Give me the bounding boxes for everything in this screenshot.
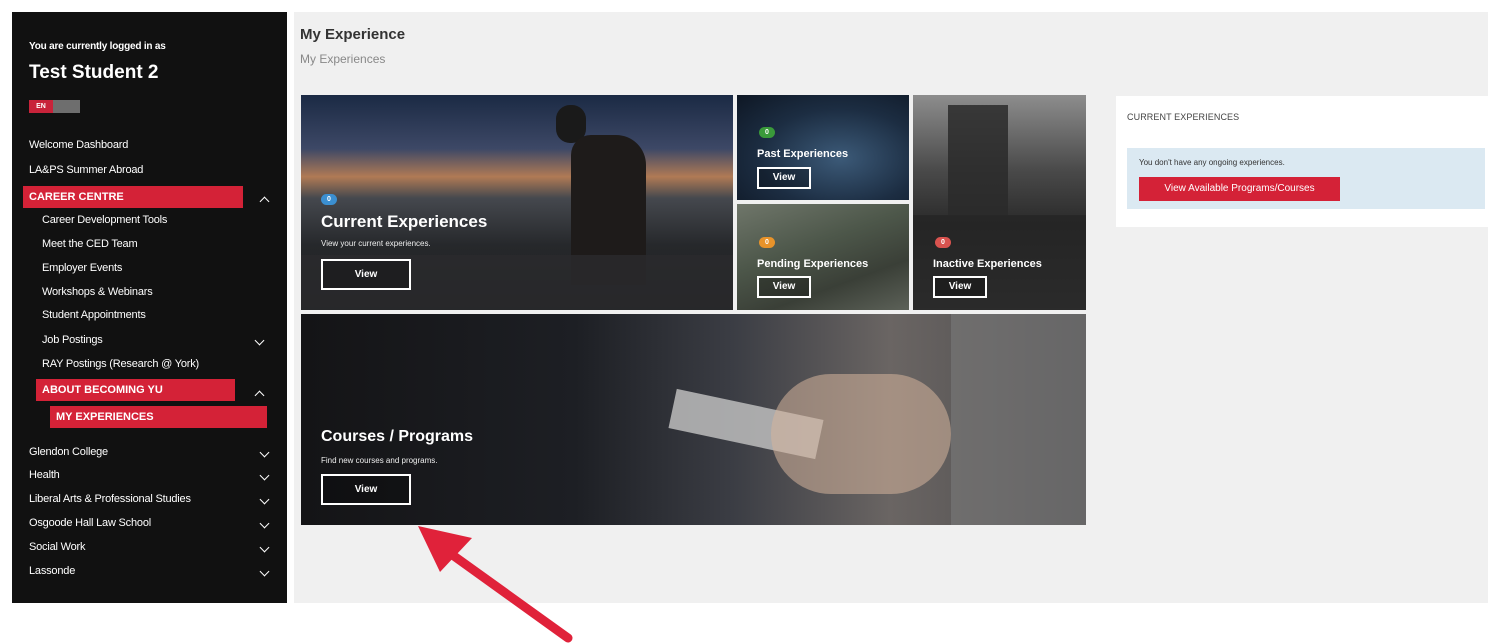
inactive-view-button[interactable]: View	[933, 276, 987, 298]
main-content: My Experience My Experiences 0 Current E…	[294, 12, 1488, 603]
chevron-down-icon[interactable]	[259, 470, 270, 481]
page-title: My Experience	[300, 26, 406, 43]
sidebar-item-glendon-college[interactable]: Glendon College	[29, 446, 108, 458]
chevron-down-icon[interactable]	[254, 335, 265, 346]
sidebar-item-student-appointments[interactable]: Student Appointments	[42, 309, 146, 321]
current-experiences-panel: CURRENT EXPERIENCES You don't have any o…	[1116, 96, 1488, 227]
sidebar-item-health[interactable]: Health	[29, 469, 60, 481]
sidebar-item-workshops-webinars[interactable]: Workshops & Webinars	[42, 286, 153, 298]
sidebar-item-ray-postings[interactable]: RAY Postings (Research @ York)	[42, 358, 199, 370]
courses-view-button[interactable]: View	[321, 474, 411, 505]
pending-view-button[interactable]: View	[757, 276, 811, 298]
pending-experiences-tile[interactable]: 0 Pending Experiences View	[737, 204, 909, 310]
courses-programs-desc: Find new courses and programs.	[321, 456, 438, 465]
language-en-option[interactable]: EN	[29, 100, 53, 113]
chevron-down-icon[interactable]	[259, 518, 270, 529]
sidebar-item-social-work[interactable]: Social Work	[29, 541, 85, 553]
presenter-image	[948, 105, 1008, 215]
annotation-arrow-icon	[418, 526, 573, 643]
chevron-down-icon[interactable]	[259, 542, 270, 553]
sidebar-item-about-becoming-yu[interactable]: ABOUT BECOMING YU	[36, 379, 235, 401]
chevron-down-icon[interactable]	[259, 447, 270, 458]
current-count-badge: 0	[321, 194, 337, 205]
scarf-image	[951, 314, 1086, 525]
language-toggle[interactable]: EN	[29, 100, 80, 113]
chevron-down-icon[interactable]	[259, 566, 270, 577]
past-view-button[interactable]: View	[757, 167, 811, 189]
user-name: Test Student 2	[29, 62, 159, 83]
sidebar-item-employer-events[interactable]: Employer Events	[42, 262, 122, 274]
past-experiences-tile[interactable]: 0 Past Experiences View	[737, 95, 909, 200]
sidebar-item-osgoode-hall[interactable]: Osgoode Hall Law School	[29, 517, 151, 529]
inactive-experiences-title: Inactive Experiences	[933, 258, 1042, 270]
language-other-option[interactable]	[53, 100, 80, 113]
sidebar-item-liberal-arts[interactable]: Liberal Arts & Professional Studies	[29, 493, 191, 505]
sidebar: You are currently logged in as Test Stud…	[12, 12, 287, 603]
logged-in-label: You are currently logged in as	[29, 41, 166, 52]
past-experiences-title: Past Experiences	[757, 148, 849, 160]
courses-programs-tile[interactable]: Courses / Programs Find new courses and …	[301, 314, 1086, 525]
sidebar-item-summer-abroad[interactable]: LA&PS Summer Abroad	[29, 164, 143, 176]
pending-experiences-title: Pending Experiences	[757, 258, 869, 270]
sidebar-item-welcome-dashboard[interactable]: Welcome Dashboard	[29, 139, 128, 151]
hands-image	[771, 374, 951, 494]
courses-programs-title: Courses / Programs	[321, 428, 474, 445]
pending-count-badge: 0	[759, 237, 775, 248]
current-experiences-tile[interactable]: 0 Current Experiences View your current …	[301, 95, 733, 310]
no-experiences-message: You don't have any ongoing experiences.	[1139, 158, 1285, 167]
inactive-experiences-tile[interactable]: 0 Inactive Experiences View	[913, 95, 1086, 310]
panel-heading: CURRENT EXPERIENCES	[1127, 112, 1240, 122]
chevron-up-icon[interactable]	[259, 196, 270, 207]
chevron-down-icon[interactable]	[259, 494, 270, 505]
sidebar-item-career-centre[interactable]: CAREER CENTRE	[23, 186, 243, 208]
view-available-programs-button[interactable]: View Available Programs/Courses	[1139, 177, 1340, 201]
panel-info-box: You don't have any ongoing experiences. …	[1127, 148, 1485, 209]
sidebar-item-meet-ced-team[interactable]: Meet the CED Team	[42, 238, 138, 250]
chevron-up-icon[interactable]	[254, 390, 265, 401]
page-subtitle: My Experiences	[300, 52, 386, 66]
current-experiences-desc: View your current experiences.	[321, 239, 431, 248]
sidebar-item-job-postings[interactable]: Job Postings	[42, 334, 103, 346]
current-experiences-title: Current Experiences	[321, 212, 488, 231]
inactive-count-badge: 0	[935, 237, 951, 248]
sidebar-item-my-experiences[interactable]: MY EXPERIENCES	[50, 406, 267, 428]
past-count-badge: 0	[759, 127, 775, 138]
sidebar-item-lassonde[interactable]: Lassonde	[29, 565, 75, 577]
current-view-button[interactable]: View	[321, 259, 411, 290]
sidebar-item-career-development-tools[interactable]: Career Development Tools	[42, 214, 167, 226]
